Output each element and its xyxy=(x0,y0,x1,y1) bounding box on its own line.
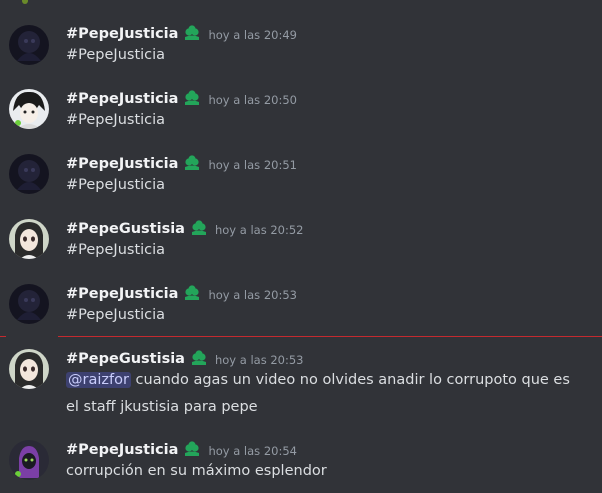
timestamp[interactable]: hoy a las 20:53 xyxy=(208,288,297,302)
timestamp[interactable]: hoy a las 20:54 xyxy=(208,444,297,458)
message-text: corrupción en su máximo esplendor xyxy=(66,463,327,479)
timestamp[interactable]: hoy a las 20:53 xyxy=(215,353,304,367)
message-content: #PepeJusticia xyxy=(66,237,584,264)
message-text: cuando agas un video no olvides anadir l… xyxy=(66,372,570,415)
username[interactable]: #PepeGustisia xyxy=(66,221,185,237)
message-content: #PepeJusticia xyxy=(66,172,584,199)
username[interactable]: #PepeJusticia xyxy=(66,156,178,172)
username[interactable]: #PepeJusticia xyxy=(66,26,178,42)
clover-badge-icon[interactable] xyxy=(183,285,201,303)
message-content: #PepeJusticia xyxy=(66,107,584,134)
chat-message-list: #PepeJusticia hoy a las 20:49 #PepeJusti… xyxy=(0,0,602,493)
timestamp[interactable]: hoy a las 20:51 xyxy=(208,158,297,172)
user-mention[interactable]: @raizfor xyxy=(66,372,131,388)
message-text: #PepeJusticia xyxy=(66,112,166,128)
clover-badge-icon[interactable] xyxy=(190,220,208,238)
message-content: #PepeJusticia xyxy=(66,302,584,329)
avatar[interactable] xyxy=(9,440,49,480)
avatar[interactable] xyxy=(9,284,49,324)
new-messages-divider xyxy=(58,336,602,337)
clover-badge-icon[interactable] xyxy=(183,441,201,459)
timestamp[interactable]: hoy a las 20:49 xyxy=(208,28,297,42)
previous-avatar-edge xyxy=(22,0,28,4)
avatar[interactable] xyxy=(9,349,49,389)
message-content: corrupción en su máximo esplendor xyxy=(66,458,584,485)
timestamp[interactable]: hoy a las 20:50 xyxy=(208,93,297,107)
clover-badge-icon[interactable] xyxy=(190,350,208,368)
avatar[interactable] xyxy=(9,219,49,259)
message-text: #PepeJusticia xyxy=(66,307,166,323)
new-messages-divider-left xyxy=(0,336,6,337)
message-text: #PepeJusticia xyxy=(66,177,166,193)
message-text: #PepeJusticia xyxy=(66,242,166,258)
timestamp[interactable]: hoy a las 20:52 xyxy=(215,223,304,237)
username[interactable]: #PepeJusticia xyxy=(66,442,178,458)
clover-badge-icon[interactable] xyxy=(183,25,201,43)
message-content: #PepeJusticia xyxy=(66,42,584,69)
avatar[interactable] xyxy=(9,154,49,194)
message-text: #PepeJusticia xyxy=(66,47,166,63)
username[interactable]: #PepeGustisia xyxy=(66,351,185,367)
username[interactable]: #PepeJusticia xyxy=(66,91,178,107)
avatar[interactable] xyxy=(9,25,49,65)
avatar[interactable] xyxy=(9,89,49,129)
clover-badge-icon[interactable] xyxy=(183,90,201,108)
message-content: @raizfor cuando agas un video no olvides… xyxy=(66,367,584,421)
username[interactable]: #PepeJusticia xyxy=(66,286,178,302)
clover-badge-icon[interactable] xyxy=(183,155,201,173)
